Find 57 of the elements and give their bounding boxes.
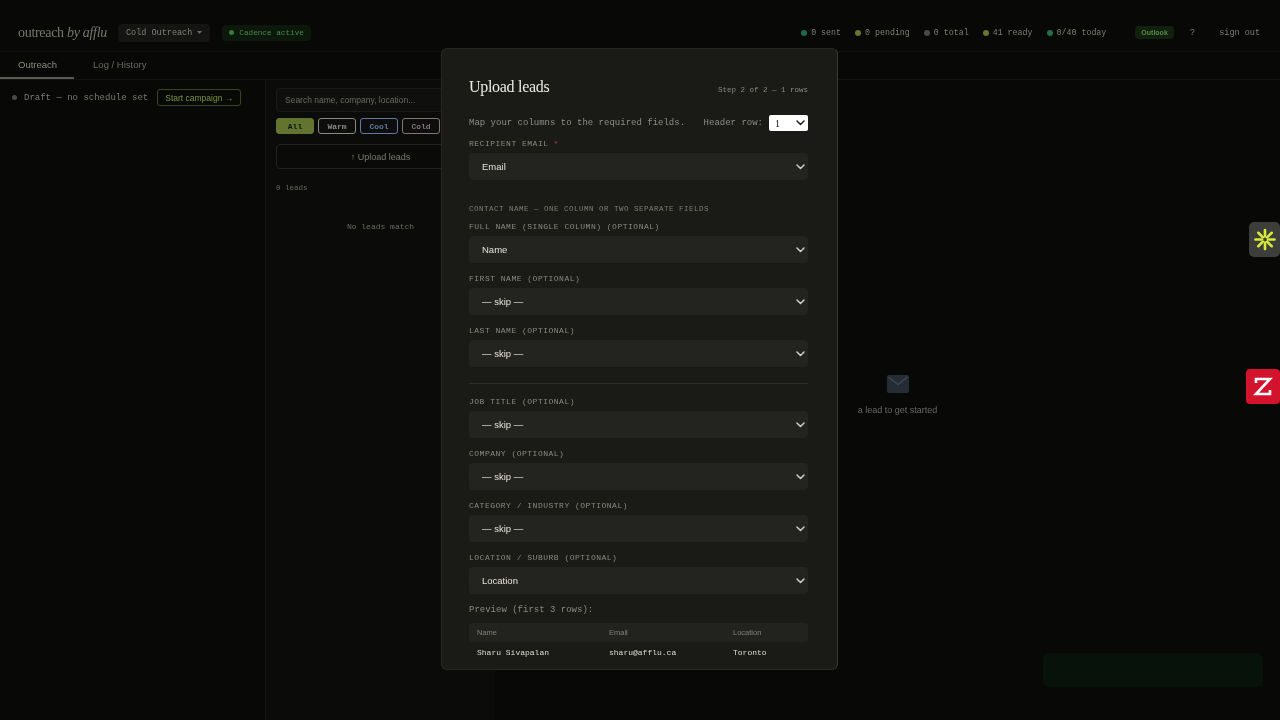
select-field[interactable]: — skip — (469, 411, 808, 438)
table-cell-text: Toronto (733, 647, 768, 657)
filter-button[interactable]: Cool (360, 118, 398, 134)
stat-label: 0 pending (865, 28, 910, 37)
chevron-down-icon (796, 350, 805, 357)
stat-label: 41 ready (992, 28, 1033, 37)
stat-label: 0/40 today (1056, 28, 1107, 37)
sign-out-button[interactable]: sign out (1219, 27, 1260, 38)
stat-label: 0 total (933, 28, 969, 37)
select-field[interactable]: — skip — (469, 288, 808, 315)
instruction-text: Map your columns to the required fields. (469, 118, 686, 128)
field-label: CATEGORY / INDUSTRY (OPTIONAL) (469, 501, 629, 511)
filter-button[interactable]: Warm (318, 118, 356, 134)
chevron-down-icon (796, 473, 805, 480)
select-field[interactable]: — skip — (469, 340, 808, 367)
status-dot (12, 95, 17, 100)
stat-label: 0 sent (811, 28, 841, 37)
required-mark: * (553, 139, 559, 149)
field-label: LAST NAME (OPTIONAL) (469, 326, 575, 336)
filter-button[interactable]: All (276, 118, 314, 134)
tab[interactable]: Outreach (0, 52, 75, 79)
field-label: COMPANY (OPTIONAL) (469, 449, 565, 459)
caret-icon (197, 31, 203, 34)
chevron-down-icon (796, 525, 805, 532)
campaign-menu[interactable]: Cold Outreach (118, 23, 211, 42)
header-row-label: Header row: (703, 118, 763, 128)
chevron-down-icon (796, 421, 805, 428)
chevron-down-icon (796, 577, 805, 584)
start-campaign-button[interactable]: Start campaign → (157, 89, 242, 106)
select-field[interactable]: Location (469, 567, 808, 594)
chevron-down-icon (796, 298, 805, 305)
tab[interactable]: Log / History (74, 52, 164, 79)
chevron-down-icon (796, 246, 805, 253)
select-field[interactable]: — skip — (469, 463, 808, 490)
select-field[interactable]: Name (469, 236, 808, 263)
field-label: FULL NAME (SINGLE COLUMN) (OPTIONAL) (469, 222, 660, 232)
chevron-down-icon (796, 163, 805, 170)
empty-message: No leads match (346, 222, 415, 232)
app-logo: outreach by afflu (18, 24, 107, 41)
asterisk-icon[interactable] (1249, 222, 1280, 257)
field-label: FIRST NAME (OPTIONAL) (469, 274, 581, 284)
status-dot (229, 30, 235, 35)
preview-title: Preview (first 3 rows): (469, 605, 595, 615)
filter-button[interactable]: Cold (402, 118, 440, 134)
table-cell-text: sharu@afflu.ca (609, 647, 678, 657)
field-label: JOB TITLE (OPTIONAL) (469, 397, 575, 407)
empty-message: a lead to get started (857, 405, 938, 415)
select-field[interactable]: — skip — (469, 515, 808, 542)
help-button[interactable]: ? (1189, 27, 1196, 38)
select-field[interactable]: Email (469, 153, 808, 180)
z-icon[interactable] (1246, 369, 1280, 404)
envelope-icon (886, 375, 909, 393)
campaign-status: Draft — no schedule set (24, 92, 149, 103)
header-row-select[interactable]: 1 (769, 115, 808, 131)
field-label: LOCATION / SUBURB (OPTIONAL) (469, 553, 618, 563)
chevron-down-icon (796, 120, 805, 126)
table-cell-text: Sharu Sivapalan (477, 647, 550, 657)
